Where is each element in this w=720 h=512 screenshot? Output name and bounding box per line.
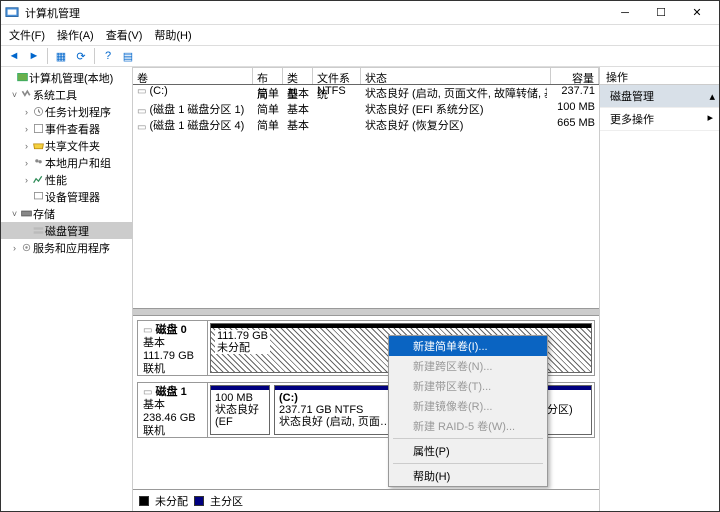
context-menu: 新建简单卷(I)... 新建跨区卷(N)... 新建带区卷(T)... 新建镜像… — [388, 335, 548, 487]
col-capacity: 容量 — [551, 67, 599, 84]
ctx-new-raid5-volume: 新建 RAID-5 卷(W)... — [389, 416, 547, 436]
col-status: 状态 — [361, 67, 551, 84]
tree-task[interactable]: ›任务计划程序 — [1, 103, 132, 120]
fwd-button[interactable]: ► — [25, 47, 43, 65]
menu-help[interactable]: 帮助(H) — [150, 26, 195, 44]
center-pane: 卷 布局 类型 文件系统 状态 容量 ▭ (C:)简单基本NTFS状态良好 (启… — [133, 67, 599, 511]
ctx-help[interactable]: 帮助(H) — [389, 466, 547, 486]
toolbar: ◄ ► ▦ ⟳ ? ▤ — [1, 45, 719, 67]
app-icon — [5, 6, 19, 20]
tree-services[interactable]: ›服务和应用程序 — [1, 239, 132, 256]
volume-row[interactable]: ▭ (磁盘 1 磁盘分区 4)简单基本状态良好 (恢复分区)665 MB — [133, 117, 599, 133]
titlebar: 计算机管理 ─ ☐ ✕ — [1, 1, 719, 25]
ctx-new-simple-volume[interactable]: 新建简单卷(I)... — [389, 336, 547, 356]
refresh-button[interactable]: ⟳ — [72, 47, 90, 65]
view-button[interactable]: ▦ — [52, 47, 70, 65]
legend-unalloc-swatch — [139, 496, 149, 506]
disk-icon: ▭ — [137, 86, 146, 97]
list-button[interactable]: ▤ — [119, 47, 137, 65]
legend: 未分配 主分区 — [133, 489, 599, 511]
ctx-new-mirrored-volume: 新建镜像卷(R)... — [389, 396, 547, 416]
ctx-properties[interactable]: 属性(P) — [389, 441, 547, 461]
tree-perf[interactable]: ›性能 — [1, 171, 132, 188]
back-button[interactable]: ◄ — [5, 47, 23, 65]
minimize-button[interactable]: ─ — [607, 2, 643, 24]
actions-header: 操作 — [600, 67, 719, 85]
legend-primary-swatch — [194, 496, 204, 506]
tree-root[interactable]: 计算机管理(本地) — [1, 69, 132, 86]
disk-icon: ▭ — [143, 325, 152, 336]
ctx-new-spanned-volume: 新建跨区卷(N)... — [389, 356, 547, 376]
tree-system[interactable]: ˅系统工具 — [1, 86, 132, 103]
help-button[interactable]: ? — [99, 47, 117, 65]
disk-icon: ▭ — [143, 387, 152, 398]
close-button[interactable]: ✕ — [679, 2, 715, 24]
menu-view[interactable]: 查看(V) — [102, 26, 147, 44]
actions-pane: 操作 磁盘管理▴ 更多操作 ▸ — [599, 67, 719, 511]
menubar: 文件(F) 操作(A) 查看(V) 帮助(H) — [1, 25, 719, 45]
disk-graphic-pane: ▭ 磁盘 0 基本 111.79 GB 联机 111.79 GB未分配 新建简单… — [133, 316, 599, 489]
volume-list[interactable]: ▭ (C:)简单基本NTFS状态良好 (启动, 页面文件, 故障转储, 基本数据… — [133, 85, 599, 143]
disk-icon: ▭ — [137, 106, 146, 117]
tree-diskmgmt[interactable]: 磁盘管理 — [1, 222, 132, 239]
col-volume: 卷 — [133, 67, 253, 84]
volume-row[interactable]: ▭ (C:)简单基本NTFS状态良好 (启动, 页面文件, 故障转储, 基本数据… — [133, 85, 599, 101]
chevron-right-icon: ▸ — [707, 111, 713, 124]
disk-icon: ▭ — [137, 122, 146, 133]
pane-splitter[interactable] — [133, 308, 599, 316]
col-layout: 布局 — [253, 67, 283, 84]
disk-1-info: ▭ 磁盘 1 基本 238.46 GB 联机 — [138, 383, 208, 437]
disk-1-efi[interactable]: 100 MB状态良好 (EF — [210, 385, 270, 435]
volume-row[interactable]: ▭ (磁盘 1 磁盘分区 1)简单基本状态良好 (EFI 系统分区)100 MB — [133, 101, 599, 117]
ctx-new-striped-volume: 新建带区卷(T)... — [389, 376, 547, 396]
col-fs: 文件系统 — [313, 67, 361, 84]
menu-action[interactable]: 操作(A) — [53, 26, 98, 44]
tree-storage[interactable]: ˅存储 — [1, 205, 132, 222]
disk-0-info: ▭ 磁盘 0 基本 111.79 GB 联机 — [138, 321, 208, 375]
disk-1-recovery[interactable]: 分区) — [542, 385, 592, 435]
chevron-up-icon: ▴ — [709, 90, 715, 103]
window-title: 计算机管理 — [25, 5, 607, 21]
tree-devmgr[interactable]: 设备管理器 — [1, 188, 132, 205]
actions-section[interactable]: 磁盘管理▴ — [600, 85, 719, 108]
main: 计算机管理(本地) ˅系统工具 ›任务计划程序 ›事件查看器 ›共享文件夹 ›本… — [1, 67, 719, 511]
actions-more[interactable]: 更多操作 ▸ — [600, 108, 719, 131]
volume-header[interactable]: 卷 布局 类型 文件系统 状态 容量 — [133, 67, 599, 85]
tree-event[interactable]: ›事件查看器 — [1, 120, 132, 137]
nav-tree[interactable]: 计算机管理(本地) ˅系统工具 ›任务计划程序 ›事件查看器 ›共享文件夹 ›本… — [1, 67, 133, 511]
menu-file[interactable]: 文件(F) — [5, 26, 49, 44]
tree-shared[interactable]: ›共享文件夹 — [1, 137, 132, 154]
col-type: 类型 — [283, 67, 313, 84]
tree-users[interactable]: ›本地用户和组 — [1, 154, 132, 171]
maximize-button[interactable]: ☐ — [643, 2, 679, 24]
